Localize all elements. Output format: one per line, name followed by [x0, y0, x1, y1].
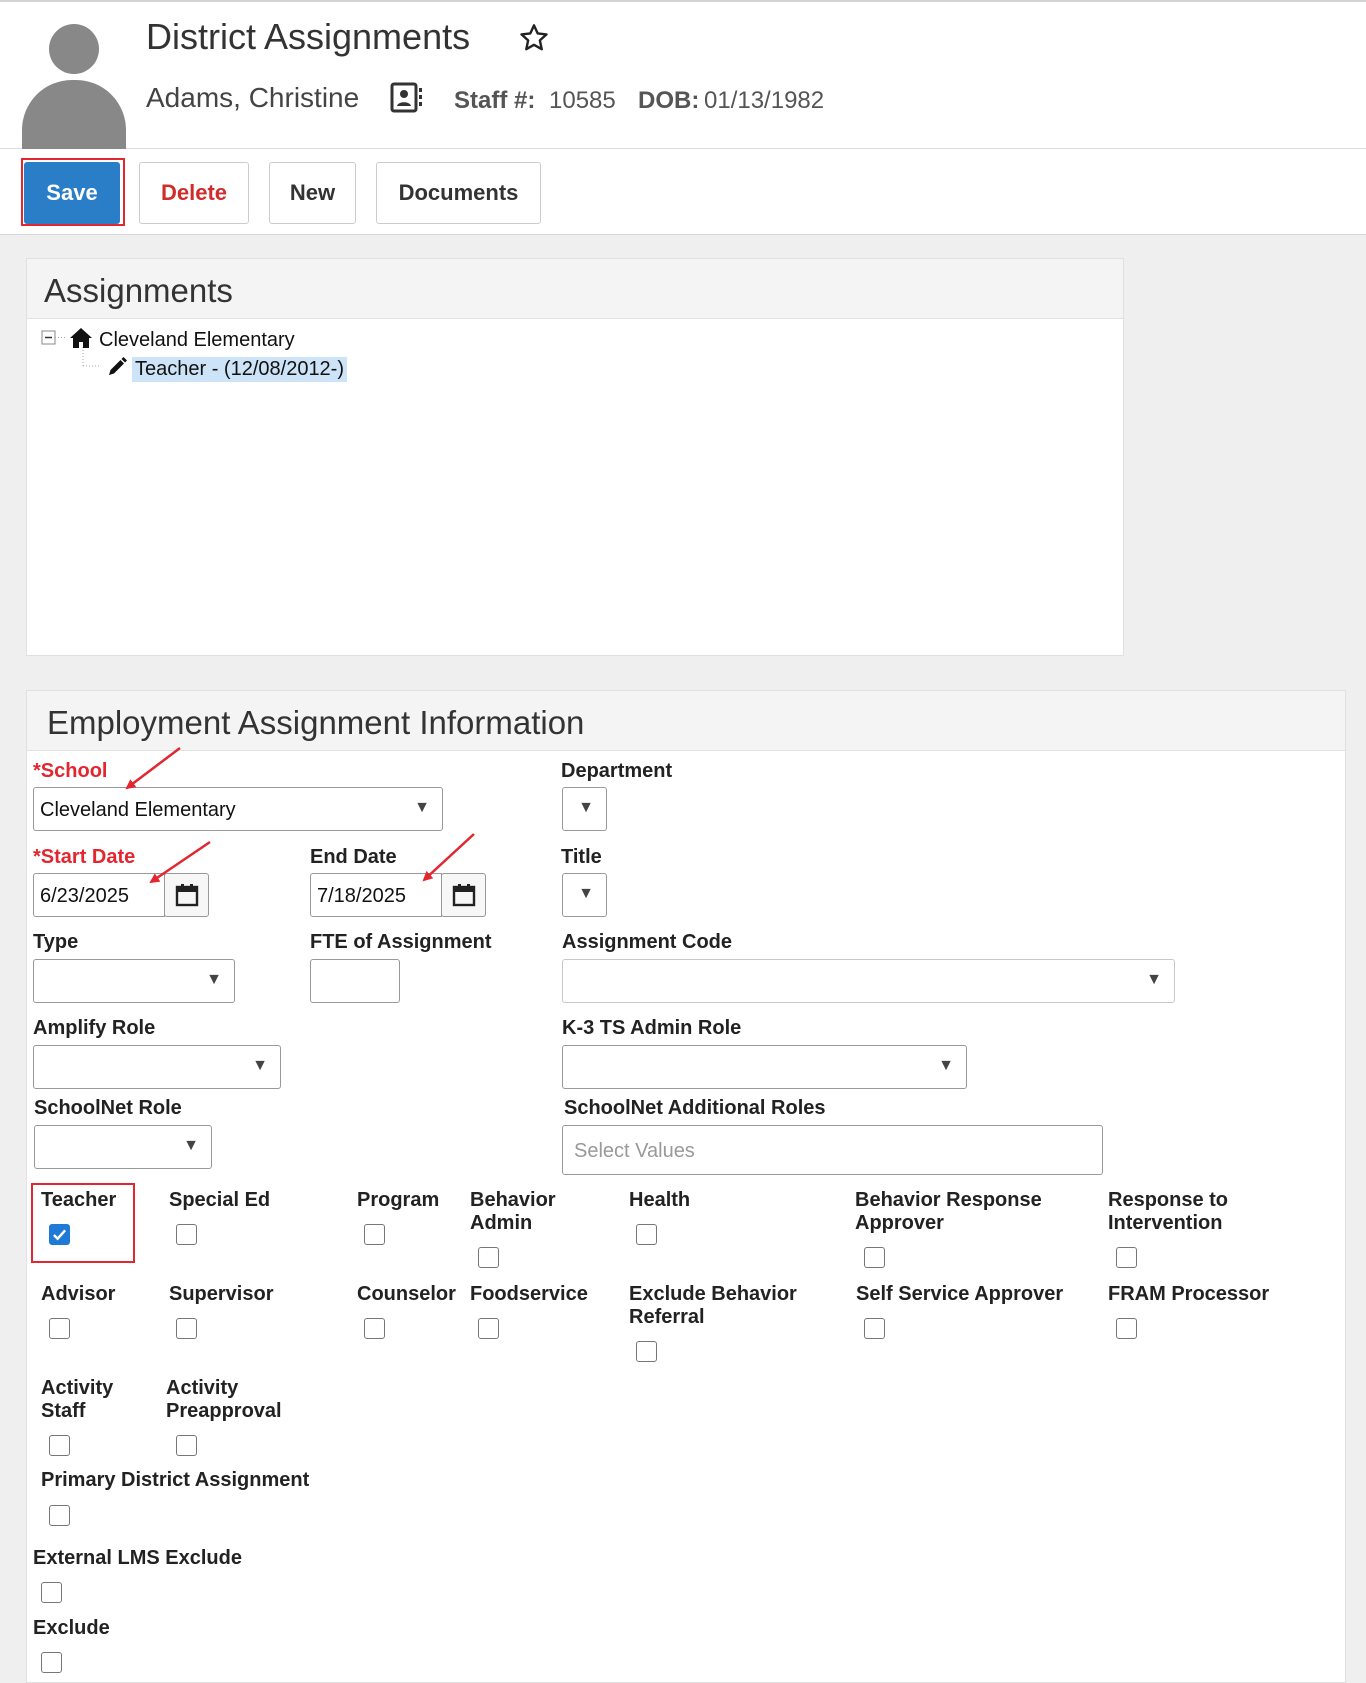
- documents-button[interactable]: Documents: [376, 162, 541, 224]
- pencil-icon: [109, 357, 127, 375]
- fram-checkbox[interactable]: [1116, 1318, 1137, 1339]
- department-label: Department: [561, 760, 673, 782]
- exclude-label: Exclude: [33, 1617, 110, 1639]
- health-label: Health: [629, 1189, 691, 1211]
- teacher-label: Teacher: [41, 1189, 117, 1211]
- rti-checkbox[interactable]: [1116, 1247, 1137, 1268]
- program-label: Program: [357, 1189, 440, 1211]
- action-toolbar: Save Delete New Documents: [0, 149, 1366, 235]
- external-lms-label: External LMS Exclude: [33, 1547, 242, 1569]
- tree-assignment-item[interactable]: Teacher - (12/08/2012-): [132, 357, 348, 382]
- schoolnet-additional-input[interactable]: Select Values: [562, 1125, 1103, 1175]
- contact-card-icon[interactable]: [390, 82, 426, 114]
- start-date-input[interactable]: 6/23/2025: [33, 873, 165, 917]
- staff-number-label: Staff #:: [454, 87, 536, 114]
- assignment-code-label: Assignment Code: [562, 931, 733, 953]
- calendar-icon: [175, 884, 199, 907]
- exclude-checkbox[interactable]: [41, 1652, 62, 1673]
- advisor-label: Advisor: [41, 1283, 116, 1305]
- behavior-admin-checkbox[interactable]: [478, 1247, 499, 1268]
- teacher-checkbox[interactable]: [49, 1224, 70, 1245]
- employment-title: Employment Assignment Information: [47, 704, 585, 741]
- self-service-checkbox[interactable]: [864, 1318, 885, 1339]
- department-select[interactable]: ▼: [562, 787, 607, 831]
- foodservice-label: Foodservice: [470, 1283, 588, 1305]
- supervisor-checkbox[interactable]: [176, 1318, 197, 1339]
- amplify-role-select[interactable]: ▼: [33, 1045, 281, 1089]
- page-header: District Assignments Adams, Christine St…: [0, 2, 1366, 150]
- advisor-checkbox[interactable]: [49, 1318, 70, 1339]
- type-label: Type: [33, 931, 79, 953]
- start-date-calendar-button[interactable]: [164, 873, 209, 917]
- title-label: Title: [561, 846, 602, 868]
- employment-panel: Employment Assignment Information: [26, 690, 1346, 1683]
- tree-school-item[interactable]: Cleveland Elementary: [99, 329, 295, 352]
- exclude-behavior-label: Exclude Behavior: [629, 1283, 797, 1305]
- assignments-panel: Assignments Cleveland Elementary Teacher…: [26, 258, 1124, 656]
- activity-preapproval-label: Activity: [166, 1377, 239, 1399]
- k3-admin-role-select[interactable]: ▼: [562, 1045, 967, 1089]
- special-ed-checkbox[interactable]: [176, 1224, 197, 1245]
- assignments-panel-header: Assignments: [27, 259, 1123, 319]
- end-date-label: End Date: [310, 846, 397, 868]
- exclude-behavior-label-2: Referral: [629, 1306, 705, 1328]
- schoolnet-role-label: SchoolNet Role: [34, 1097, 182, 1119]
- schoolnet-additional-label: SchoolNet Additional Roles: [564, 1097, 826, 1119]
- fram-label: FRAM Processor: [1108, 1283, 1270, 1305]
- behavior-response-label: Behavior Response: [855, 1189, 1042, 1211]
- star-icon[interactable]: [518, 22, 550, 54]
- supervisor-label: Supervisor: [169, 1283, 274, 1305]
- primary-district-label: Primary District Assignment: [41, 1469, 310, 1491]
- activity-staff-label: Activity: [41, 1377, 114, 1399]
- assignment-code-select[interactable]: ▼: [562, 959, 1175, 1003]
- activity-staff-label-2: Staff: [41, 1400, 86, 1422]
- school-label: *School: [33, 760, 108, 782]
- k3-admin-role-label: K-3 TS Admin Role: [562, 1017, 742, 1039]
- external-lms-checkbox[interactable]: [41, 1582, 62, 1603]
- health-checkbox[interactable]: [636, 1224, 657, 1245]
- behavior-admin-label-2: Admin: [470, 1212, 533, 1234]
- dob-label: DOB:: [638, 87, 700, 114]
- rti-label: Response to: [1108, 1189, 1229, 1211]
- activity-preapproval-checkbox[interactable]: [176, 1435, 197, 1456]
- type-select[interactable]: ▼: [33, 959, 235, 1003]
- behavior-response-checkbox[interactable]: [864, 1247, 885, 1268]
- page-title: District Assignments: [146, 16, 471, 57]
- school-home-icon: [70, 328, 92, 348]
- self-service-label: Self Service Approver: [856, 1283, 1064, 1305]
- start-date-label: *Start Date: [33, 846, 136, 868]
- schoolnet-role-select[interactable]: ▼: [34, 1125, 212, 1169]
- calendar-icon: [452, 884, 476, 907]
- fte-label: FTE of Assignment: [310, 931, 492, 953]
- rti-label-2: Intervention: [1108, 1212, 1223, 1234]
- save-highlight-box: [21, 158, 125, 226]
- employment-panel-header: Employment Assignment Information: [27, 691, 1345, 751]
- delete-button[interactable]: Delete: [139, 162, 249, 224]
- exclude-behavior-checkbox[interactable]: [636, 1341, 657, 1362]
- dob-value: 01/13/1982: [704, 87, 825, 114]
- special-ed-label: Special Ed: [169, 1189, 271, 1211]
- check-icon: [53, 1229, 67, 1241]
- staff-number: 10585: [549, 87, 616, 114]
- end-date-calendar-button[interactable]: [441, 873, 486, 917]
- assignments-title: Assignments: [44, 272, 233, 309]
- avatar: [22, 24, 126, 150]
- primary-district-checkbox[interactable]: [49, 1505, 70, 1526]
- counselor-checkbox[interactable]: [364, 1318, 385, 1339]
- counselor-label: Counselor: [357, 1283, 456, 1305]
- activity-preapproval-label-2: Preapproval: [166, 1400, 282, 1422]
- foodservice-checkbox[interactable]: [478, 1318, 499, 1339]
- end-date-input[interactable]: 7/18/2025: [310, 873, 442, 917]
- person-name: Adams, Christine: [146, 82, 360, 113]
- behavior-response-label-2: Approver: [855, 1212, 944, 1234]
- behavior-admin-label: Behavior: [470, 1189, 556, 1211]
- new-button[interactable]: New: [269, 162, 356, 224]
- fte-input[interactable]: [310, 959, 400, 1003]
- school-select[interactable]: Cleveland Elementary ▼: [33, 787, 443, 831]
- activity-staff-checkbox[interactable]: [49, 1435, 70, 1456]
- program-checkbox[interactable]: [364, 1224, 385, 1245]
- amplify-role-label: Amplify Role: [33, 1017, 156, 1039]
- title-select[interactable]: ▼: [562, 873, 607, 917]
